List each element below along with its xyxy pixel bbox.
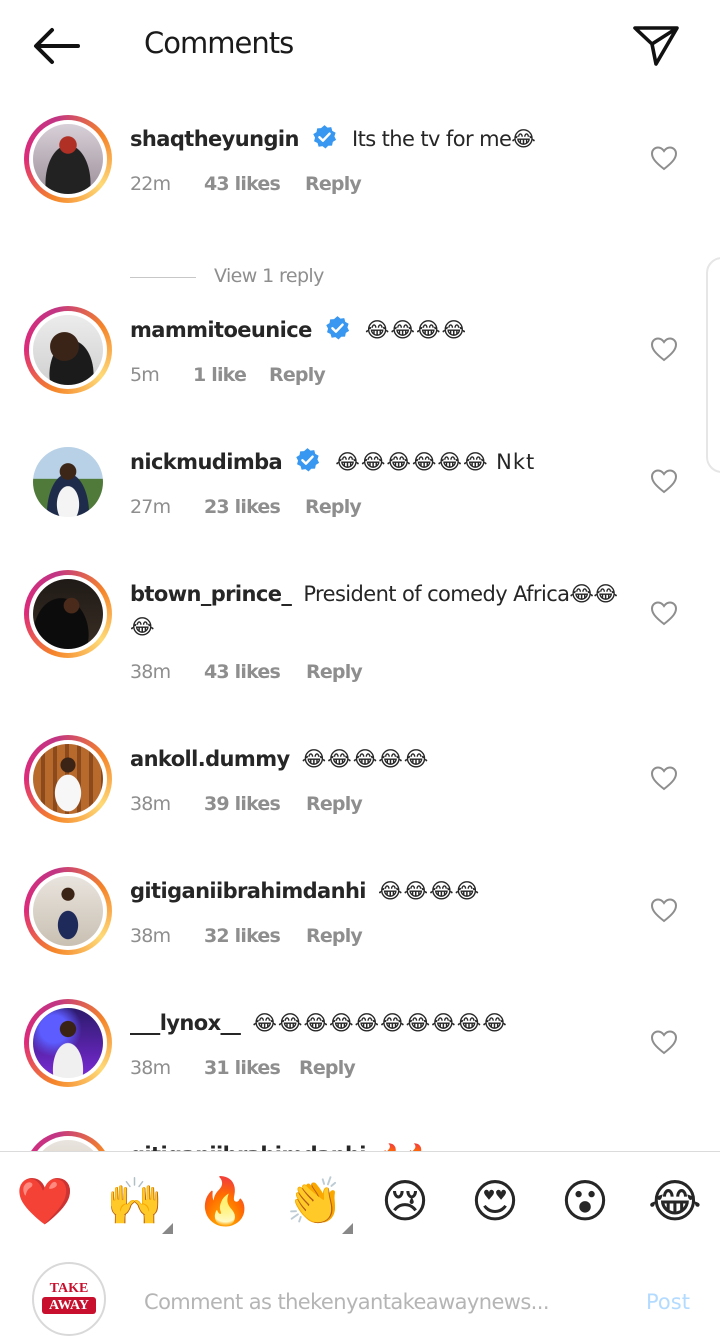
comment-username[interactable]: btown_prince_: [130, 582, 292, 606]
reply-button[interactable]: Reply: [305, 496, 362, 518]
share-button[interactable]: [630, 20, 682, 72]
comment-username[interactable]: gitiganiibrahimdanhi: [130, 879, 367, 903]
clapping-hands-icon: 👏: [286, 1174, 344, 1228]
reply-button[interactable]: Reply: [299, 1057, 356, 1079]
scroll-indicator[interactable]: [706, 257, 720, 473]
comment-username[interactable]: shaqtheyungin: [130, 127, 299, 151]
comment-time: 22m: [130, 173, 171, 195]
verified-badge-icon: [313, 125, 337, 149]
comment-likes[interactable]: 39 likes: [204, 793, 281, 815]
takeaway-logo: TAKE AWAY: [42, 1280, 96, 1318]
comment-time: 5m: [130, 364, 160, 386]
comment-username[interactable]: gitiganiibrahimdanhi: [130, 1143, 367, 1151]
reaction-laughing-button[interactable]: 😂: [645, 1172, 705, 1230]
reply-button[interactable]: Reply: [269, 364, 326, 386]
reaction-heart-eyes-button[interactable]: 😍: [465, 1172, 525, 1230]
reaction-heart-button[interactable]: ❤️: [15, 1172, 75, 1230]
comment-time: 27m: [130, 496, 171, 518]
comment-text: 😂😂😂😂: [378, 879, 481, 903]
skin-tone-indicator-icon: [162, 1223, 173, 1234]
comment-likes[interactable]: 31 likes: [204, 1057, 281, 1079]
verified-badge-icon: [296, 448, 320, 472]
comment-username[interactable]: mammitoeunice: [130, 318, 312, 342]
comment-text: Its the tv for me😂: [352, 127, 536, 151]
avatar[interactable]: [24, 438, 112, 526]
comment-text: 😂😂😂😂😂😂 Nkt: [335, 450, 536, 474]
verified-badge-icon: [326, 316, 349, 340]
comment-likes[interactable]: 1 like: [193, 364, 247, 386]
comment-likes[interactable]: 43 likes: [204, 661, 281, 683]
like-heart-icon[interactable]: [650, 336, 678, 362]
comment-time: 38m: [130, 793, 171, 815]
reaction-raised-hands-button[interactable]: 🙌: [105, 1172, 173, 1234]
like-heart-icon[interactable]: [650, 897, 678, 923]
comment-likes[interactable]: 32 likes: [204, 925, 281, 947]
like-heart-icon[interactable]: [650, 1029, 678, 1055]
paper-plane-icon: [633, 26, 679, 66]
avatar[interactable]: [24, 115, 112, 203]
comment-time: 38m: [130, 661, 171, 683]
avatar[interactable]: [24, 570, 112, 658]
reaction-clap-button[interactable]: 👏: [285, 1172, 353, 1234]
reply-button[interactable]: Reply: [306, 793, 363, 815]
avatar[interactable]: [24, 1131, 112, 1151]
like-heart-icon[interactable]: [650, 765, 678, 791]
comment-text: 😂😂😂😂😂😂😂😂😂😂: [252, 1011, 508, 1035]
comment-username[interactable]: ___lynox__: [130, 1011, 241, 1035]
comment-likes[interactable]: 43 likes: [204, 173, 281, 195]
comment-time: 38m: [130, 925, 171, 947]
comment-text: 😂😂😂😂😂: [301, 747, 430, 771]
comment-input[interactable]: [144, 1286, 624, 1318]
reply-button[interactable]: Reply: [306, 661, 363, 683]
avatar[interactable]: [24, 999, 112, 1087]
comment-likes[interactable]: 23 likes: [204, 496, 281, 518]
comment-text: 😂😂😂😂: [364, 318, 468, 342]
comment-composer: TAKE AWAY Post: [0, 1250, 720, 1336]
comment-username[interactable]: nickmudimba: [130, 450, 283, 474]
header-bar: Comments: [0, 0, 720, 92]
post-button[interactable]: Post: [646, 1290, 690, 1314]
quick-reactions-bar: ❤️ 🙌 🔥 👏 😢 😍 😮 😂: [0, 1151, 720, 1251]
avatar[interactable]: [24, 735, 112, 823]
reaction-crying-button[interactable]: 😢: [375, 1172, 435, 1230]
avatar[interactable]: [24, 867, 112, 955]
reaction-surprised-button[interactable]: 😮: [555, 1172, 615, 1230]
reaction-fire-button[interactable]: 🔥: [195, 1172, 255, 1230]
comments-list[interactable]: shaqtheyungin Its the tv for me😂 22m 43 …: [0, 92, 720, 1151]
reply-button[interactable]: Reply: [305, 173, 362, 195]
like-heart-icon[interactable]: [650, 600, 678, 626]
like-heart-icon[interactable]: [650, 145, 678, 171]
comment-username[interactable]: ankoll.dummy: [130, 747, 290, 771]
arrow-left-icon: [34, 28, 80, 64]
raised-hands-icon: 🙌: [106, 1174, 164, 1228]
current-user-avatar: TAKE AWAY: [32, 1262, 106, 1336]
like-heart-icon[interactable]: [650, 468, 678, 494]
replies-divider: [130, 277, 196, 278]
comment-text: 🔥🔥: [378, 1143, 430, 1151]
view-replies-label[interactable]: View 1 reply: [214, 265, 324, 287]
page-title: Comments: [144, 26, 294, 60]
comment-time: 38m: [130, 1057, 171, 1079]
back-button[interactable]: [30, 24, 82, 68]
reply-button[interactable]: Reply: [306, 925, 363, 947]
skin-tone-indicator-icon: [342, 1223, 353, 1234]
avatar[interactable]: [24, 306, 112, 394]
